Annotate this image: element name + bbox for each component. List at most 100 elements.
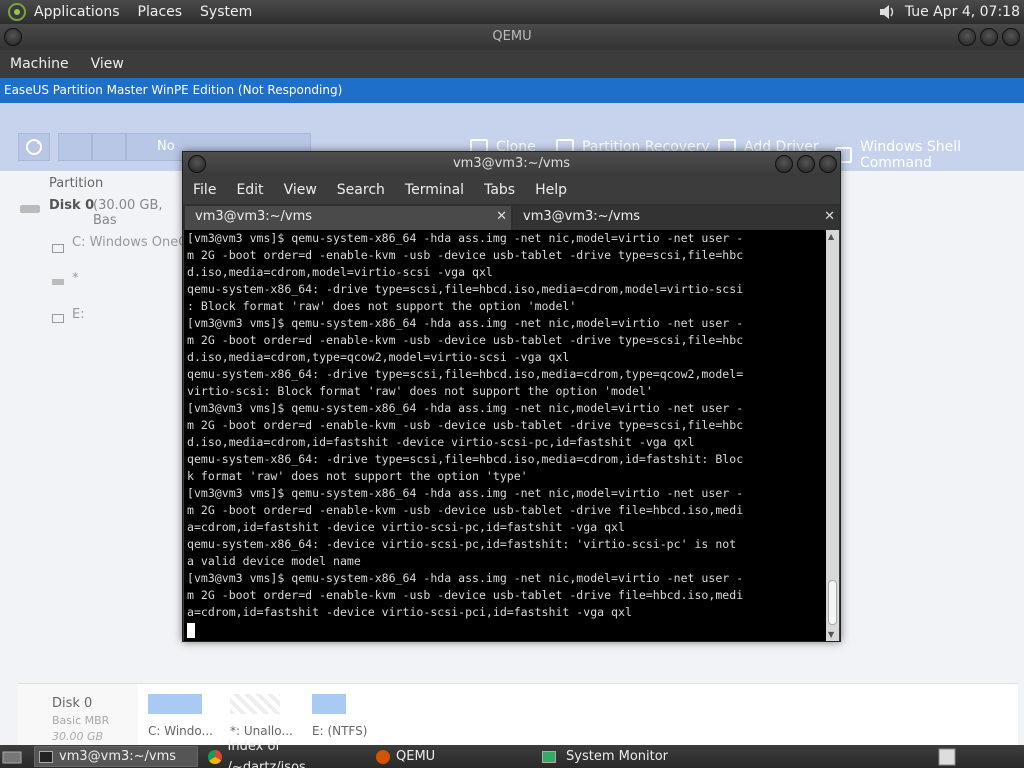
terminal-minimize-icon[interactable] xyxy=(775,155,793,173)
system-menu[interactable]: System xyxy=(200,4,252,20)
terminal-line: d.iso,media=cdrom,model=virtio-scsi -vga… xyxy=(187,265,493,279)
clock[interactable]: Tue Apr 4, 07:18 xyxy=(905,4,1020,20)
partition-e-icon xyxy=(52,314,64,323)
scrollbar-thumb[interactable] xyxy=(828,580,837,625)
terminal-line: [vm3@vm3 vms]$ qemu-system-x86_64 -hda a… xyxy=(187,486,744,500)
terminal-line: qemu-system-x86_64: -drive type=scsi,fil… xyxy=(187,452,744,466)
menu-machine[interactable]: Machine xyxy=(10,56,69,72)
task-system-monitor[interactable]: System Monitor xyxy=(538,746,708,767)
apply-label: No xyxy=(157,139,175,154)
unallocated-icon xyxy=(52,279,64,285)
map-partition-unallocated[interactable] xyxy=(230,694,280,714)
tab-2[interactable]: vm3@vm3:~/vms ✕ xyxy=(513,206,839,230)
task-terminal-label: vm3@vm3:~/vms xyxy=(59,749,177,764)
menu-help[interactable]: Help xyxy=(535,182,567,198)
menu-tabs[interactable]: Tabs xyxy=(484,182,515,198)
terminal-line: m 2G -boot order=d -enable-kvm -usb -dev… xyxy=(187,248,744,262)
places-menu[interactable]: Places xyxy=(138,4,183,20)
task-system-monitor-label: System Monitor xyxy=(566,749,669,764)
terminal-menubar: File Edit View Search Terminal Tabs Help xyxy=(183,176,840,204)
map-label-c: C: Windo... xyxy=(148,724,213,738)
task-browser[interactable]: Index of /~dartz/isos... xyxy=(204,739,370,768)
close-icon[interactable] xyxy=(1002,28,1020,46)
terminal-titlebar[interactable]: vm3@vm3:~/vms xyxy=(183,152,840,176)
terminal-line: [vm3@vm3 vms]$ qemu-system-x86_64 -hda a… xyxy=(187,401,744,415)
applications-menu[interactable]: Applications xyxy=(34,4,120,20)
window-menu-icon[interactable] xyxy=(4,28,22,46)
scroll-down-icon[interactable]: ▼ xyxy=(828,630,834,639)
chrome-icon xyxy=(208,749,222,764)
refresh-button[interactable] xyxy=(18,133,50,161)
qemu-icon xyxy=(376,749,390,764)
terminal-line: : Block format 'raw' does not support th… xyxy=(187,299,577,313)
minimize-icon[interactable] xyxy=(958,28,976,46)
terminal-line: [vm3@vm3 vms]$ qemu-system-x86_64 -hda a… xyxy=(187,571,744,585)
partition-list: Partition Disk 0 (30.00 GB, Bas C: Windo… xyxy=(0,171,190,671)
windows-shell-button[interactable]: Windows Shell Command xyxy=(835,139,1024,171)
terminal-line: m 2G -boot order=d -enable-kvm -usb -dev… xyxy=(187,418,744,432)
terminal-icon xyxy=(39,750,53,763)
terminal-line: qemu-system-x86_64: -drive type=scsi,fil… xyxy=(187,282,744,296)
task-qemu-label: QEMU xyxy=(396,749,436,764)
terminal-maximize-icon[interactable] xyxy=(797,155,815,173)
system-monitor-icon xyxy=(542,750,556,763)
disk-map-info: Disk 0 Basic MBR 30.00 GB xyxy=(18,684,138,745)
terminal-title: vm3@vm3:~/vms xyxy=(452,156,571,171)
distro-logo-icon[interactable] xyxy=(8,3,26,21)
terminal-line: qemu-system-x86_64: -drive type=scsi,fil… xyxy=(187,367,744,381)
map-partition-c[interactable] xyxy=(148,694,202,714)
terminal-line: m 2G -boot order=d -enable-kvm -usb -dev… xyxy=(187,503,744,517)
redo-button[interactable] xyxy=(92,133,126,161)
tab-1-close-icon[interactable]: ✕ xyxy=(496,206,507,228)
map-disk-label: Disk 0 xyxy=(52,696,93,711)
terminal-line: a=cdrom,id=fastshit -device virtio-scsi-… xyxy=(187,605,632,619)
scroll-up-icon[interactable]: ▲ xyxy=(828,232,834,241)
menu-view[interactable]: View xyxy=(91,56,124,72)
menu-terminal[interactable]: Terminal xyxy=(405,182,464,198)
qemu-titlebar[interactable]: QEMU xyxy=(0,24,1024,50)
terminal-line: d.iso,media=cdrom,type=qcow2,model=virti… xyxy=(187,350,570,364)
terminal-scrollbar[interactable]: ▲ ▼ xyxy=(826,230,839,641)
show-desktop-icon[interactable] xyxy=(2,746,28,767)
partition-e[interactable]: E: xyxy=(72,307,85,322)
task-qemu[interactable]: QEMU xyxy=(372,746,532,767)
terminal-line: m 2G -boot order=d -enable-kvm -usb -dev… xyxy=(187,588,744,602)
tab-2-close-icon[interactable]: ✕ xyxy=(824,206,835,228)
partition-c[interactable]: C: Windows OneC xyxy=(72,235,187,250)
qemu-title: QEMU xyxy=(492,29,532,44)
terminal-output[interactable]: [vm3@vm3 vms]$ qemu-system-x86_64 -hda a… xyxy=(184,230,826,641)
tab-1[interactable]: vm3@vm3:~/vms ✕ xyxy=(185,206,511,230)
menu-search[interactable]: Search xyxy=(337,182,385,198)
windows-shell-label: Windows Shell Command xyxy=(859,139,962,171)
disk-0-label[interactable]: Disk 0 xyxy=(49,198,94,213)
terminal-text: [vm3@vm3 vms]$ qemu-system-x86_64 -hda a… xyxy=(187,230,826,621)
terminal-line: k format 'raw' does not support the opti… xyxy=(187,469,528,483)
volume-icon[interactable] xyxy=(877,3,897,21)
terminal-menu-icon[interactable] xyxy=(188,155,206,173)
tab-1-label: vm3@vm3:~/vms xyxy=(195,209,313,224)
map-partition-e[interactable] xyxy=(312,694,346,714)
menu-view[interactable]: View xyxy=(284,182,317,198)
workspace-switcher-icon[interactable] xyxy=(938,746,958,767)
terminal-line: [vm3@vm3 vms]$ qemu-system-x86_64 -hda a… xyxy=(187,316,744,330)
map-disk-type: Basic MBR xyxy=(52,714,110,727)
terminal-line: qemu-system-x86_64: -device virtio-scsi-… xyxy=(187,537,737,551)
menu-edit[interactable]: Edit xyxy=(236,182,263,198)
task-terminal[interactable]: vm3@vm3:~/vms xyxy=(34,746,198,767)
easeus-titlebar[interactable]: EaseUS Partition Master WinPE Edition (N… xyxy=(0,78,1024,103)
partition-c-icon xyxy=(52,244,64,253)
terminal-line: virtio-scsi: Block format 'raw' does not… xyxy=(187,384,653,398)
taskbar: vm3@vm3:~/vms Index of /~dartz/isos... Q… xyxy=(0,739,1024,768)
terminal-window[interactable]: vm3@vm3:~/vms File Edit View Search Term… xyxy=(182,151,841,642)
maximize-icon[interactable] xyxy=(980,28,998,46)
tab-2-label: vm3@vm3:~/vms xyxy=(523,209,641,224)
terminal-close-icon[interactable] xyxy=(819,155,837,173)
task-browser-label: Index of /~dartz/isos... xyxy=(227,738,319,768)
terminal-line: [vm3@vm3 vms]$ qemu-system-x86_64 -hda a… xyxy=(187,231,744,245)
undo-button[interactable] xyxy=(58,133,92,161)
disk-map: Disk 0 Basic MBR 30.00 GB C: Windo... *:… xyxy=(18,683,1018,745)
terminal-line: d.iso,media=cdrom,id=fastshit -device vi… xyxy=(187,435,695,449)
top-panel: Applications Places System Tue Apr 4, 07… xyxy=(0,0,1024,24)
menu-file[interactable]: File xyxy=(193,182,216,198)
partition-unallocated[interactable]: * xyxy=(72,271,79,286)
